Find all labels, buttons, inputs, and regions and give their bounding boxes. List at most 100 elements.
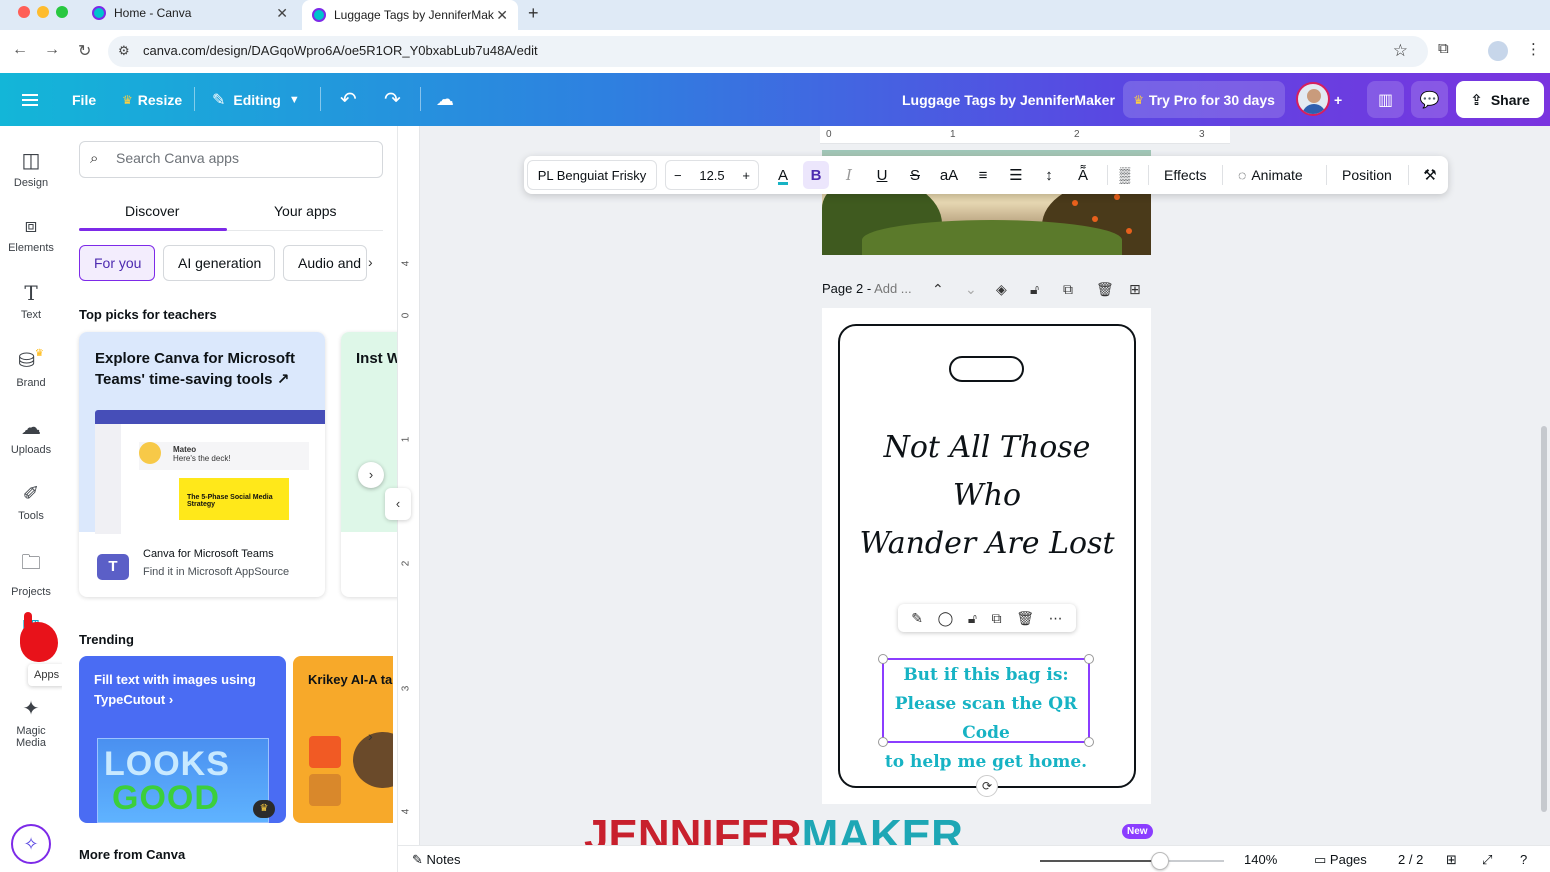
window-close-button[interactable]	[18, 6, 30, 18]
app-card-typecutout[interactable]: Fill text with images using TypeCutout ›…	[79, 656, 286, 823]
text-style-icon[interactable]: A͌	[1070, 156, 1096, 194]
zoom-slider-knob[interactable]	[1150, 852, 1169, 870]
browser-tab-home[interactable]: Home - Canva ✕	[82, 0, 298, 26]
chevron-down-icon[interactable]: ⌄	[965, 281, 977, 298]
increase-size-icon[interactable]: +	[742, 168, 750, 183]
chevron-right-icon[interactable]: ›	[368, 728, 373, 744]
rail-item-magic-media[interactable]: ✦ Magic Media	[0, 696, 62, 749]
transparency-icon[interactable]: ▒	[1112, 156, 1138, 194]
tab-your-apps[interactable]: Your apps	[274, 203, 337, 219]
document-title[interactable]: Luggage Tags by JenniferMaker	[902, 73, 1115, 126]
rail-item-design[interactable]: ◫ Design	[0, 148, 62, 189]
rail-item-elements[interactable]: ⧈ Elements	[0, 215, 62, 254]
search-apps-box[interactable]: ⌕	[79, 141, 383, 178]
tab-close-icon[interactable]: ✕	[496, 3, 508, 27]
copy-style-paint-roller-icon[interactable]: ⚒	[1417, 156, 1443, 194]
resize-handle[interactable]	[878, 737, 888, 747]
window-minimize-button[interactable]	[37, 6, 49, 18]
app-card-microsoft-teams[interactable]: Explore Canva for Microsoft Teams' time-…	[79, 332, 325, 597]
comments-icon[interactable]: 💬	[1411, 81, 1448, 118]
duplicate-page-icon[interactable]: ⧉	[1063, 281, 1073, 298]
page-2-canvas[interactable]: Not All Those Who Wander Are Lost ✎ ◯ 🔓︎…	[822, 308, 1151, 804]
rail-item-tools[interactable]: ✐ Tools	[0, 481, 62, 522]
cast-icon[interactable]: ⧉	[1438, 40, 1449, 57]
comment-add-icon[interactable]: ◯	[938, 610, 954, 627]
chip-for-you[interactable]: For you	[79, 245, 155, 281]
main-menu-icon[interactable]	[22, 73, 40, 126]
animate-button[interactable]: ◌ Animate	[1238, 156, 1303, 194]
decrease-size-icon[interactable]: −	[674, 168, 682, 183]
site-settings-icon[interactable]: ⚙	[118, 43, 130, 59]
carousel-next-icon[interactable]: ›	[358, 462, 384, 488]
bold-icon[interactable]: B	[803, 161, 829, 189]
insights-chart-icon[interactable]: ▥	[1367, 81, 1404, 118]
underline-icon[interactable]: U	[869, 156, 895, 194]
back-icon[interactable]: ←	[12, 41, 28, 59]
try-pro-button[interactable]: ♛ Try Pro for 30 days	[1123, 81, 1285, 118]
magic-edit-icon[interactable]: ✎	[911, 610, 923, 627]
forward-icon[interactable]: →	[44, 41, 60, 59]
delete-page-icon[interactable]: 🗑︎	[1096, 281, 1114, 298]
magic-sparkle-icon[interactable]: ✧	[11, 824, 51, 864]
add-page-title[interactable]: Add ...	[874, 281, 912, 296]
position-button[interactable]: Position	[1342, 156, 1392, 194]
grid-view-icon[interactable]: ⊞	[1446, 852, 1457, 868]
fullscreen-icon[interactable]: ⤢	[1482, 852, 1492, 868]
selected-text[interactable]: But if this bag is: Please scan the QR C…	[884, 661, 1088, 777]
font-family-select[interactable]: PL Benguiat Frisky	[527, 160, 657, 190]
chevron-right-icon[interactable]: ›	[368, 254, 373, 270]
share-button[interactable]: ⇪ Share	[1456, 81, 1544, 118]
editing-mode-dropdown[interactable]: ✎ Editing ▼	[212, 73, 300, 126]
lock-icon[interactable]: 🔓︎	[968, 610, 977, 627]
chip-audio[interactable]: Audio and	[283, 245, 367, 281]
rotate-handle-icon[interactable]: ⟳	[976, 775, 998, 797]
tab-close-icon[interactable]: ✕	[276, 1, 288, 25]
resize-handle[interactable]	[1084, 654, 1094, 664]
undo-icon[interactable]: ↶	[340, 73, 357, 126]
more-options-icon[interactable]: ⋯	[1049, 610, 1063, 627]
new-tab-icon[interactable]: +	[528, 3, 539, 24]
selected-text-box[interactable]: But if this bag is: Please scan the QR C…	[878, 654, 1094, 772]
help-icon[interactable]: ?	[1520, 852, 1527, 867]
redo-icon[interactable]: ↷	[384, 73, 401, 126]
cloud-save-icon[interactable]: ☁	[436, 73, 454, 126]
invite-plus-icon[interactable]: +	[1334, 73, 1342, 126]
align-center-icon[interactable]: ≡	[970, 156, 996, 194]
search-input[interactable]	[116, 150, 366, 166]
list-icon[interactable]: ☰	[1003, 156, 1029, 194]
pages-button[interactable]: ▭ Pages	[1314, 852, 1367, 868]
user-avatar[interactable]	[1296, 82, 1330, 116]
effects-button[interactable]: Effects	[1164, 156, 1207, 194]
resize-handle[interactable]	[878, 654, 888, 664]
notes-button[interactable]: ✎ Notes	[412, 852, 461, 868]
script-quote-text[interactable]: Not All Those Who Wander Are Lost	[852, 424, 1122, 568]
font-size-value[interactable]: 12.5	[699, 168, 724, 183]
browser-tab-luggage-tags[interactable]: Luggage Tags by JenniferMak ✕	[302, 0, 518, 30]
hide-page-icon[interactable]: ◈	[996, 281, 1007, 298]
collapse-panel-icon[interactable]: ‹	[385, 488, 411, 520]
rail-item-uploads[interactable]: ☁ Uploads	[0, 415, 62, 456]
tab-discover[interactable]: Discover	[125, 203, 179, 219]
browser-menu-icon[interactable]: ⋮	[1526, 40, 1541, 58]
profile-avatar[interactable]	[1488, 41, 1508, 61]
rail-item-text[interactable]: T Text	[0, 281, 62, 321]
zoom-slider[interactable]	[1040, 852, 1224, 870]
zoom-level[interactable]: 140%	[1244, 852, 1277, 867]
resize-handle[interactable]	[1084, 737, 1094, 747]
chevron-up-icon[interactable]: ⌃	[932, 281, 944, 298]
letter-case-icon[interactable]: aA	[936, 156, 962, 194]
reload-icon[interactable]: ↻	[78, 41, 91, 61]
url-field[interactable]: ⚙ canva.com/design/DAGqoWpro6A/oe5R1OR_Y…	[108, 36, 1428, 67]
rail-item-projects[interactable]: 🗀 Projects	[0, 548, 62, 598]
bookmark-star-icon[interactable]: ☆	[1393, 41, 1408, 61]
resize-button[interactable]: ♛ Resize	[122, 73, 182, 126]
window-maximize-button[interactable]	[56, 6, 68, 18]
lock-icon[interactable]: 🔓︎	[1030, 281, 1039, 298]
app-card-krikey[interactable]: Krikey AI-A talking avat	[293, 656, 393, 823]
duplicate-icon[interactable]: ⧉	[992, 610, 1002, 627]
luggage-tag-slot[interactable]	[949, 356, 1024, 382]
italic-icon[interactable]: I	[836, 156, 862, 194]
file-menu[interactable]: File	[72, 73, 96, 126]
add-page-icon[interactable]: ⊞	[1129, 281, 1141, 298]
delete-icon[interactable]: 🗑︎	[1016, 610, 1034, 627]
